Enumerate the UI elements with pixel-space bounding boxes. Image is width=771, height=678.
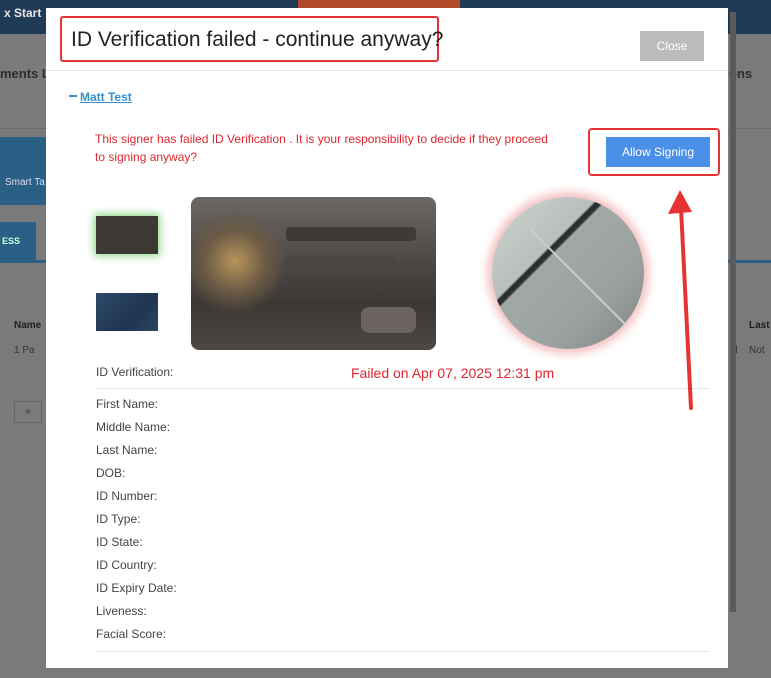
annotation-arrow-icon — [668, 190, 693, 410]
